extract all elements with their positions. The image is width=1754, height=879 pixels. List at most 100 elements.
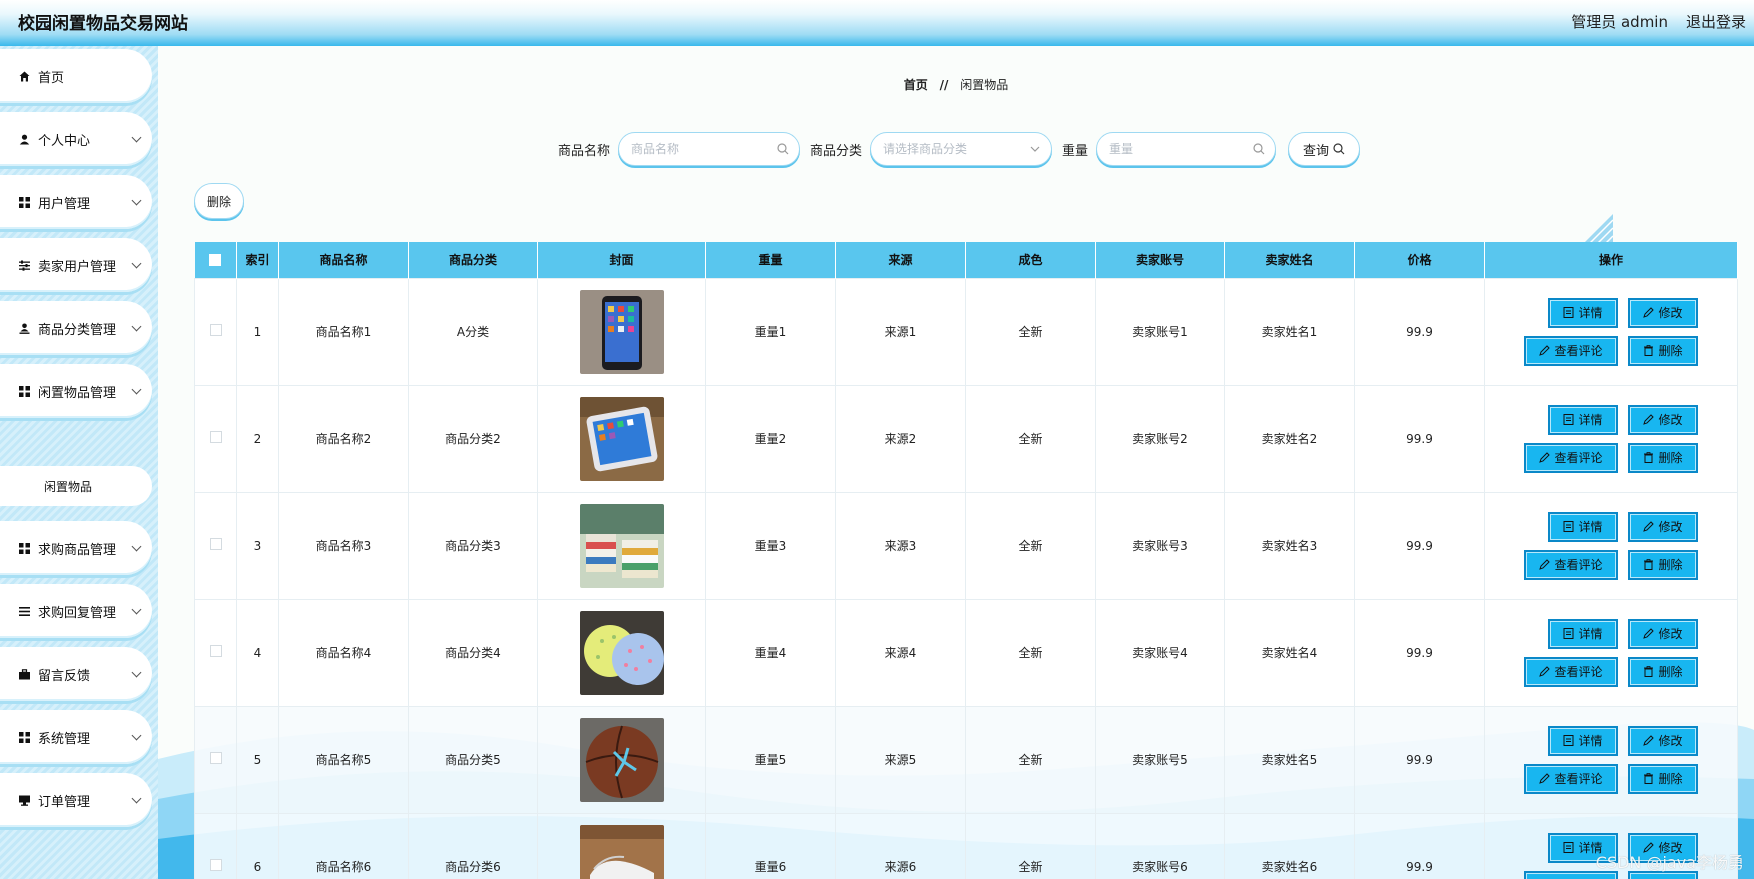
sidebar-item-home[interactable]: 首页 (0, 49, 152, 103)
delete-button[interactable]: 删除 (1628, 549, 1698, 580)
select-all-checkbox[interactable] (209, 254, 222, 267)
sidebar-item-order-management[interactable]: 订单管理 (0, 773, 152, 827)
category-select-input[interactable] (883, 142, 1052, 156)
category-cell: 商品分类2 (408, 384, 538, 493)
edit-button[interactable]: 修改 (1628, 725, 1698, 756)
source-cell: 来源3 (835, 491, 966, 600)
sidebar-item-wanted-reply-management[interactable]: 求购回复管理 (0, 584, 152, 638)
sidebar-item-personal-center[interactable]: 个人中心 (0, 112, 152, 166)
delete-button-label: 删除 (1658, 772, 1683, 786)
row-checkbox[interactable] (209, 431, 222, 443)
query-button[interactable]: 查询 (1288, 132, 1361, 166)
sidebar-subitem-idle-items[interactable]: 闲置物品 (0, 466, 152, 506)
price-cell: 99.9 (1354, 491, 1485, 600)
seller-name-cell: 卖家姓名3 (1224, 491, 1355, 600)
document-icon (1563, 735, 1574, 746)
sidebar-item-feedback[interactable]: 留言反馈 (0, 647, 152, 701)
sidebar-item-category-management[interactable]: 商品分类管理 (0, 301, 152, 355)
column-header: 卖家姓名 (1224, 242, 1355, 278)
person-icon (18, 133, 30, 145)
row-checkbox[interactable] (209, 645, 222, 657)
logout-link[interactable]: 退出登录 (1686, 11, 1746, 32)
edit-button[interactable]: 修改 (1628, 511, 1698, 542)
weight-search-input[interactable] (1109, 142, 1276, 156)
trash-icon (1644, 559, 1654, 570)
row-select-cell (194, 598, 237, 707)
pencil-icon (1539, 559, 1551, 570)
view-comments-button[interactable]: 查看评论 (1524, 656, 1618, 687)
weight-search-label: 重量 (1062, 143, 1089, 159)
name-cell: 商品名称2 (278, 384, 409, 493)
view-comments-button[interactable]: 查看评论 (1524, 763, 1618, 794)
delete-button-label: 删除 (1658, 558, 1683, 572)
cover-cell (537, 277, 706, 386)
breadcrumb-home[interactable]: 首页 (904, 78, 928, 92)
cover-image (538, 396, 705, 481)
edit-button-label: 修改 (1658, 520, 1683, 534)
actions-group: 详情 修改查看评论 删除 (1485, 511, 1737, 580)
name-search-label: 商品名称 (558, 143, 611, 159)
delete-button[interactable]: 删除 (1628, 763, 1698, 794)
query-button-label: 查询 (1303, 143, 1330, 159)
chevron-down-icon (131, 667, 142, 678)
breadcrumb: 首页 // 闲置物品 (158, 76, 1754, 93)
index-cell: 2 (236, 384, 279, 493)
delete-button[interactable]: 删除 (1628, 442, 1698, 473)
edit-button[interactable]: 修改 (1628, 618, 1698, 649)
category-cell: 商品分类6 (408, 812, 538, 879)
weight-search-field[interactable] (1096, 132, 1277, 166)
index-cell: 6 (236, 812, 279, 879)
delete-button[interactable]: 删除 (1628, 335, 1698, 366)
table-row: 2 商品名称2 商品分类2 重量2 来源2 全新 卖家账号2 卖家姓名2 99.9 详情 修改 查看评… (194, 384, 1738, 493)
condition-cell: 全新 (965, 598, 1096, 707)
view-comments-button-label: 查看评论 (1554, 344, 1603, 358)
cover-image (538, 503, 705, 588)
category-select[interactable] (870, 132, 1053, 166)
view-comments-button[interactable]: 查看评论 (1524, 442, 1618, 473)
actions-cell: 详情 修改查看评论 删除 (1484, 491, 1738, 600)
seller-name-cell: 卖家姓名2 (1224, 384, 1355, 493)
chevron-down-icon (131, 132, 142, 143)
view-comments-button-label: 查看评论 (1554, 558, 1603, 572)
breadcrumb-separator: // (939, 78, 949, 92)
detail-button[interactable]: 详情 (1548, 297, 1618, 328)
detail-button-label: 详情 (1578, 627, 1603, 641)
seller-account-cell: 卖家账号5 (1095, 705, 1225, 814)
sidebar-item-seller-management[interactable]: 卖家用户管理 (0, 238, 152, 292)
sidebar-item-user-management[interactable]: 用户管理 (0, 175, 152, 229)
detail-button-label: 详情 (1578, 413, 1603, 427)
monitor-icon (18, 794, 30, 806)
edit-button[interactable]: 修改 (1628, 297, 1698, 328)
select-all-header (194, 242, 237, 278)
seller-name-cell: 卖家姓名6 (1224, 812, 1355, 879)
admin-user-label: 管理员 admin (1571, 13, 1668, 31)
seller-account-cell: 卖家账号3 (1095, 491, 1225, 600)
detail-button[interactable]: 详情 (1548, 618, 1618, 649)
document-icon (1563, 307, 1574, 318)
site-title: 校园闲置物品交易网站 (18, 14, 188, 34)
detail-button[interactable]: 详情 (1548, 511, 1618, 542)
condition-cell: 全新 (965, 491, 1096, 600)
view-comments-button[interactable]: 查看评论 (1524, 335, 1618, 366)
batch-delete-button[interactable]: 删除 (194, 183, 244, 219)
edit-button[interactable]: 修改 (1628, 404, 1698, 435)
condition-cell: 全新 (965, 705, 1096, 814)
sidebar-item-label: 商品分类管理 (38, 322, 117, 338)
row-checkbox[interactable] (209, 752, 222, 764)
sidebar-item-idle-items-management[interactable]: 闲置物品管理 (0, 364, 152, 418)
view-comments-button[interactable]: 查看评论 (1524, 549, 1618, 580)
sidebar-item-system-management[interactable]: 系统管理 (0, 710, 152, 764)
row-checkbox[interactable] (209, 538, 222, 550)
delete-button[interactable]: 删除 (1628, 656, 1698, 687)
detail-button-label: 详情 (1578, 734, 1603, 748)
detail-button[interactable]: 详情 (1548, 725, 1618, 756)
seller-name-cell: 卖家姓名5 (1224, 705, 1355, 814)
category-cell: 商品分类5 (408, 705, 538, 814)
name-search-input[interactable] (631, 142, 800, 156)
detail-button[interactable]: 详情 (1548, 404, 1618, 435)
name-search-field[interactable] (618, 132, 801, 166)
row-checkbox[interactable] (209, 859, 222, 871)
sidebar-item-wanted-goods-management[interactable]: 求购商品管理 (0, 521, 152, 575)
row-checkbox[interactable] (209, 324, 222, 336)
document-icon (1563, 628, 1574, 639)
